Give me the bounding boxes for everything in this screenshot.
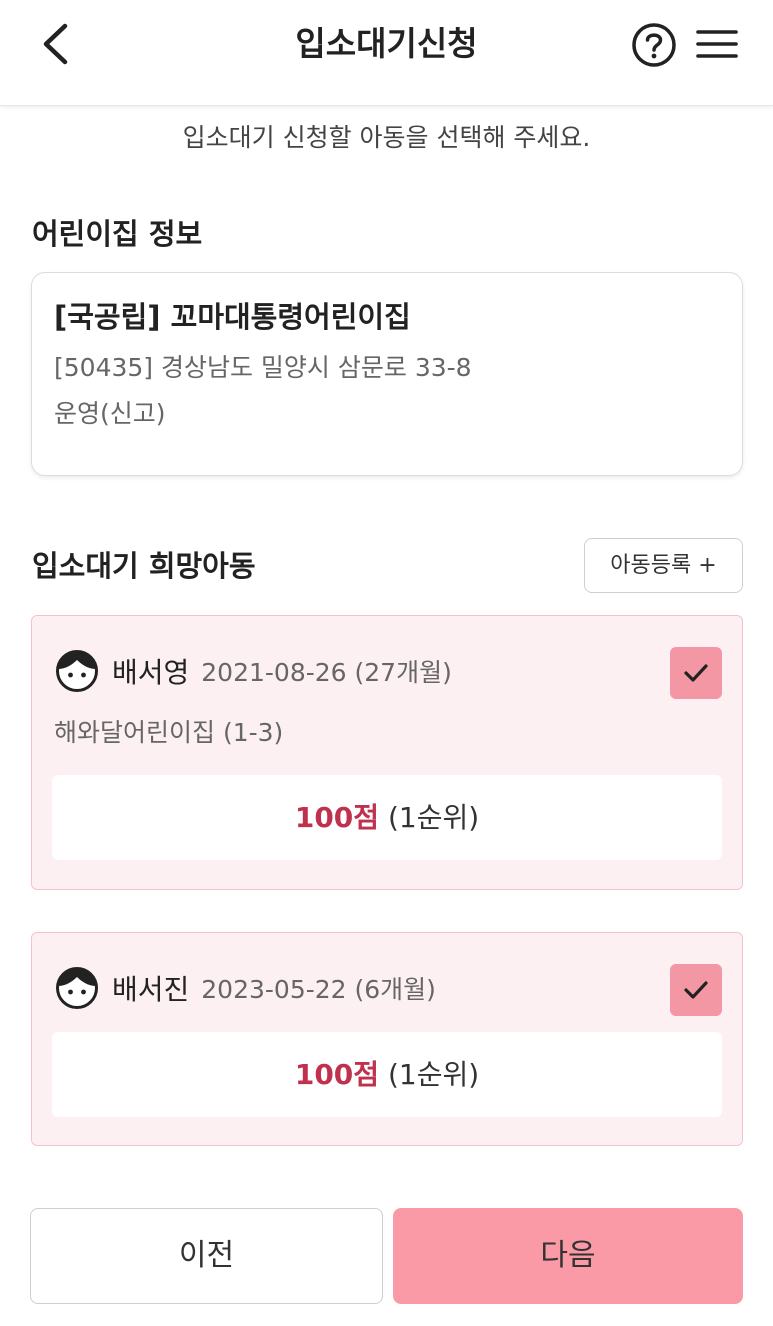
children-section-title: 입소대기 희망아동 bbox=[32, 549, 256, 583]
help-button[interactable] bbox=[630, 21, 678, 69]
child-current-daycare: 해와달어린이집 (1-3) bbox=[54, 718, 284, 747]
daycare-status: 운영(신고) bbox=[54, 399, 166, 428]
child-score: 100점 bbox=[294, 801, 380, 834]
daycare-name: [국공립] 꼬마대통령어린이집 bbox=[54, 300, 411, 334]
daycare-address: [50435] 경상남도 밀양시 삼문로 33-8 bbox=[54, 353, 472, 382]
menu-button[interactable] bbox=[694, 24, 740, 64]
previous-button[interactable]: 이전 bbox=[30, 1208, 383, 1304]
app-header: 입소대기신청 bbox=[0, 0, 773, 106]
child-header: 배서영 2021-08-26 (27개월) bbox=[54, 646, 452, 696]
instruction-text: 입소대기 신청할 아동을 선택해 주세요. bbox=[182, 123, 591, 152]
child-select-checkbox[interactable] bbox=[670, 647, 722, 699]
child-card[interactable]: 배서영 2021-08-26 (27개월) 해와달어린이집 (1-3) 100점… bbox=[31, 615, 743, 890]
hamburger-menu-icon bbox=[696, 30, 738, 58]
child-name: 배서영 bbox=[112, 656, 190, 689]
daycare-section-title: 어린이집 정보 bbox=[32, 217, 203, 251]
child-face-icon bbox=[56, 650, 98, 692]
child-birthdate: 2021-08-26 (27개월) bbox=[201, 658, 452, 687]
score-box: 100점 (1순위) bbox=[52, 1032, 722, 1117]
check-icon bbox=[684, 981, 708, 999]
child-score: 100점 bbox=[294, 1058, 380, 1091]
next-button[interactable]: 다음 bbox=[393, 1208, 743, 1304]
child-header: 배서진 2023-05-22 (6개월) bbox=[54, 963, 436, 1013]
child-face-icon bbox=[56, 967, 98, 1009]
child-rank: (1순위) bbox=[387, 1058, 480, 1091]
child-select-checkbox[interactable] bbox=[670, 964, 722, 1016]
child-birthdate: 2023-05-22 (6개월) bbox=[201, 975, 436, 1004]
help-circle-icon bbox=[632, 23, 676, 67]
daycare-info-card: [국공립] 꼬마대통령어린이집 [50435] 경상남도 밀양시 삼문로 33-… bbox=[31, 272, 743, 476]
register-child-button[interactable]: 아동등록 + bbox=[584, 538, 743, 593]
score-box: 100점 (1순위) bbox=[52, 775, 722, 860]
child-rank: (1순위) bbox=[387, 801, 480, 834]
child-card[interactable]: 배서진 2023-05-22 (6개월) 100점 (1순위) bbox=[31, 932, 743, 1146]
child-name: 배서진 bbox=[112, 973, 190, 1006]
check-icon bbox=[684, 664, 708, 682]
